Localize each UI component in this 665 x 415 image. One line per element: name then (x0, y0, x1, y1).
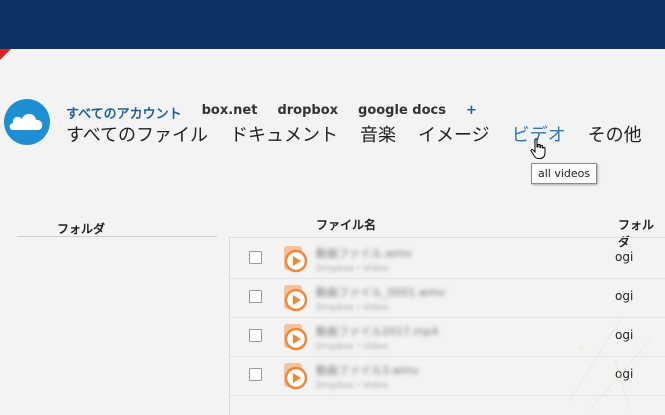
account-all-link[interactable]: すべてのアカウント (66, 103, 182, 122)
tooltip: all videos (531, 163, 598, 184)
row-checkbox[interactable] (249, 368, 262, 381)
hand-cursor-icon (530, 138, 546, 164)
tab-images[interactable]: イメージ (418, 121, 490, 147)
row-checkbox[interactable] (249, 329, 262, 342)
tab-music[interactable]: 音楽 (360, 121, 396, 147)
account-dropbox-link[interactable]: dropbox (277, 103, 338, 121)
file-source: Dropbox・Video (316, 303, 389, 313)
tab-all-files[interactable]: すべてのファイル (66, 121, 208, 147)
column-header-filename[interactable]: ファイル名 (316, 216, 376, 233)
cloud-logo-icon (4, 99, 50, 145)
file-source: Dropbox・Video (316, 264, 389, 274)
file-name[interactable]: 動画ファイル2017.mp4 (316, 323, 438, 339)
account-filter: すべてのアカウント box.net dropbox google docs + (66, 103, 497, 122)
folder-panel-title: フォルダ (57, 222, 106, 236)
file-name[interactable]: 動画ファイル.wmv (316, 245, 412, 261)
video-file-icon (282, 323, 308, 355)
file-source: Dropbox・Video (316, 342, 389, 352)
file-name[interactable]: 動画ファイル3.wmv (316, 362, 419, 378)
file-name[interactable]: 動画ファイル_0001.wmv (316, 284, 445, 300)
header-divider (229, 237, 665, 238)
account-googledocs-link[interactable]: google docs (358, 103, 446, 121)
folder-panel-header: フォルダ (17, 218, 217, 237)
add-account-button[interactable]: + (466, 103, 477, 121)
table-row[interactable]: 動画ファイル.wmv Dropbox・Video ogi (230, 240, 665, 279)
corner-accent (0, 49, 11, 60)
file-source: Dropbox・Video (316, 381, 389, 391)
video-file-icon (282, 284, 308, 316)
background-decoration (569, 319, 651, 410)
top-banner (0, 0, 665, 49)
video-file-icon (282, 362, 308, 394)
tab-other[interactable]: その他 (588, 121, 642, 147)
account-boxnet-link[interactable]: box.net (202, 103, 258, 121)
row-checkbox[interactable] (249, 251, 262, 264)
tab-documents[interactable]: ドキュメント (230, 121, 338, 147)
file-type-tabs: すべてのファイル ドキュメント 音楽 イメージ ビデオ その他 (66, 121, 664, 147)
row-checkbox[interactable] (249, 290, 262, 303)
file-folder: ogi (615, 250, 634, 264)
video-file-icon (282, 245, 308, 277)
